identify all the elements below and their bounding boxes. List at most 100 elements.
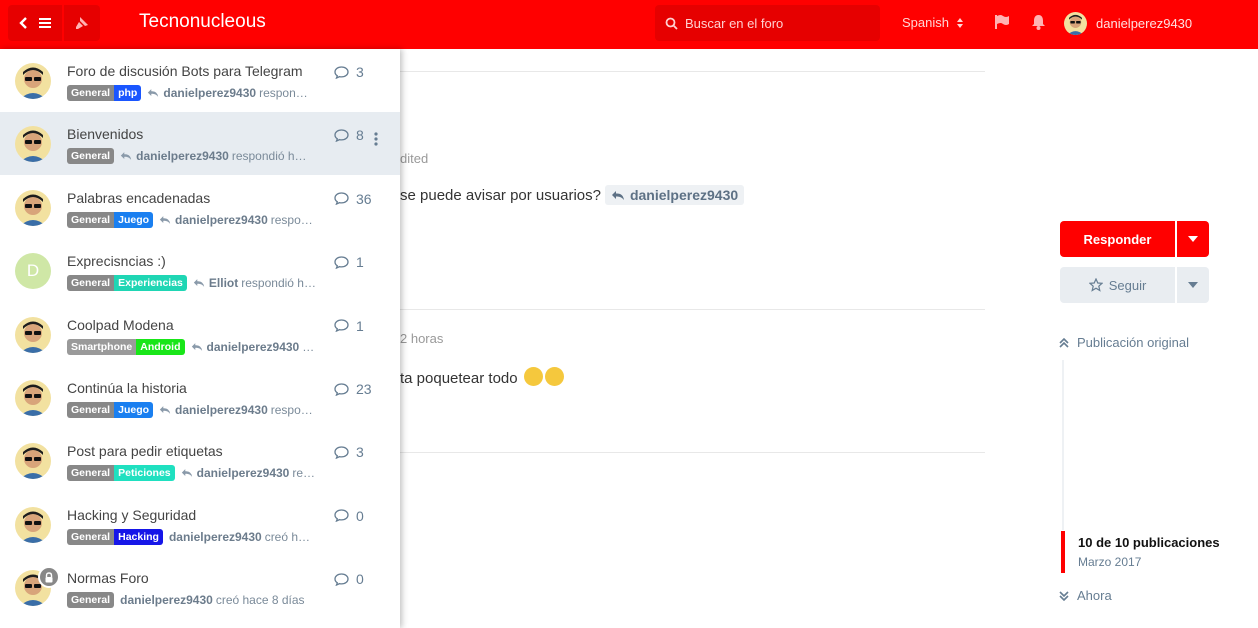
- last-user: danielperez9430: [120, 593, 213, 608]
- discussion-list-item[interactable]: Continúa la historia General Juego danielpe…: [0, 366, 400, 429]
- search-icon: [665, 17, 678, 30]
- reply-count: 23: [334, 381, 372, 397]
- reply-count: 1: [334, 254, 364, 270]
- follow-dropdown-button[interactable]: [1177, 267, 1209, 303]
- kebab-icon[interactable]: [374, 132, 378, 151]
- menu-icon: [39, 18, 51, 28]
- discussion-meta: General danielperez9430 creó hace 8 días: [67, 592, 322, 609]
- reply-dropdown-button[interactable]: [1177, 221, 1209, 257]
- discussion-list-item[interactable]: D Exprecisncias :) General Experiencias Elli…: [0, 239, 400, 302]
- discussion-title: Normas Foro: [67, 570, 149, 587]
- tag-badge[interactable]: Juego: [114, 211, 154, 228]
- mention-user: danielperez9430: [629, 187, 739, 203]
- reply-count: 3: [334, 444, 364, 460]
- tag-badge[interactable]: General: [67, 211, 115, 228]
- last-action: …: [302, 339, 315, 354]
- tag-badge[interactable]: General: [67, 275, 115, 292]
- avatar: [15, 126, 51, 163]
- tag-badge[interactable]: General: [67, 465, 115, 482]
- follow-button[interactable]: Seguir: [1060, 267, 1175, 303]
- now-label: Ahora: [1077, 588, 1112, 603]
- tag-badge[interactable]: General: [67, 528, 115, 545]
- reply-icon: [181, 468, 193, 478]
- discussion-list-item[interactable]: Palabras encadenadas General Juego danielpe…: [0, 176, 400, 239]
- reply-icon: [159, 405, 171, 415]
- discussion-list-item[interactable]: Foro de discusión Bots para Telegram Gene…: [0, 49, 400, 112]
- reply-count-value: 36: [356, 190, 372, 207]
- scrubber-original-post[interactable]: Publicación original: [1059, 335, 1189, 350]
- divider: [400, 71, 985, 72]
- discussion-list-item[interactable]: Coolpad Modena Smartphone Android danielper…: [0, 303, 400, 366]
- avatar: [15, 316, 51, 353]
- search-placeholder: Buscar en el foro: [685, 15, 784, 31]
- scrubber-date: Marzo 2017: [1078, 555, 1142, 569]
- last-action: creó h…: [264, 529, 311, 544]
- divider: [400, 309, 985, 310]
- post-text: se puede avisar por usuarios?: [400, 186, 601, 204]
- tag-badge[interactable]: Android: [136, 338, 185, 355]
- discussion-meta: General Peticiones danielperez9430 re…: [67, 465, 322, 482]
- post-text: ta poquetear todo: [400, 370, 518, 387]
- last-action: respo…: [270, 212, 313, 227]
- comment-icon: [334, 192, 349, 206]
- follow-label: Seguir: [1108, 277, 1147, 293]
- tag-badge[interactable]: General: [67, 148, 115, 165]
- user-menu[interactable]: danielperez9430: [1064, 12, 1192, 35]
- comment-icon: [334, 382, 349, 396]
- scrubber-handle[interactable]: [1061, 531, 1065, 573]
- search-input[interactable]: Buscar en el foro: [655, 5, 880, 41]
- reply-count-value: 1: [356, 317, 364, 334]
- avatar: [15, 443, 51, 480]
- header: Tecnonucleous Buscar en el foro Spanish …: [0, 0, 1258, 49]
- reply-count-value: 3: [356, 444, 364, 461]
- reply-button[interactable]: Responder: [1060, 221, 1175, 257]
- tag-badge[interactable]: General: [67, 402, 115, 418]
- discussion-list-item[interactable]: Bienvenidos General danielperez9430 respond…: [0, 112, 400, 176]
- tag-badge[interactable]: php: [114, 85, 142, 101]
- double-chevron-down-icon: [1059, 590, 1069, 601]
- avatar: [1064, 12, 1087, 35]
- avatar: D: [15, 253, 51, 290]
- avatar: [15, 189, 51, 226]
- discussion-list-item[interactable]: Hacking y Seguridad General Hacking danielp…: [0, 493, 400, 556]
- flag-icon[interactable]: [994, 14, 1010, 30]
- language-selector[interactable]: Spanish: [902, 15, 964, 30]
- back-button[interactable]: [8, 5, 62, 41]
- reply-count: 0: [334, 571, 364, 587]
- discussion-title: Palabras encadenadas: [67, 189, 211, 206]
- comment-icon: [334, 446, 349, 459]
- last-user: danielperez9430: [136, 149, 229, 164]
- bell-icon[interactable]: [1031, 14, 1046, 30]
- post-time: 2 horas: [400, 331, 444, 346]
- discussion-meta: Smartphone Android danielperez9430…: [67, 338, 322, 355]
- discussion-title: Exprecisncias :): [67, 253, 166, 270]
- comment-icon: [334, 256, 349, 269]
- tag-badge[interactable]: Smartphone: [67, 338, 137, 355]
- last-action: respondió h…: [241, 276, 316, 291]
- mention-link[interactable]: danielperez9430: [604, 185, 745, 205]
- discussion-title: Hacking y Seguridad: [67, 506, 197, 523]
- tag-badge[interactable]: Experiencias: [114, 275, 187, 292]
- last-action: re…: [292, 466, 316, 481]
- post-body: se puede avisar por usuarios? danielpere…: [400, 185, 745, 205]
- scrubber-now[interactable]: Ahora: [1059, 588, 1112, 603]
- reply-icon: [120, 151, 132, 161]
- comment-icon: [334, 573, 349, 586]
- tag-badge[interactable]: Hacking: [114, 528, 163, 545]
- comment-icon: [334, 65, 349, 79]
- tag-badge[interactable]: General: [67, 85, 115, 101]
- tag-badge[interactable]: Juego: [114, 402, 154, 418]
- scrubber-track[interactable]: [1062, 360, 1064, 530]
- discussion-meta: General php danielperez9430 respon…: [67, 85, 322, 101]
- tag-badge[interactable]: Peticiones: [114, 465, 175, 482]
- tag-badge[interactable]: General: [67, 592, 115, 609]
- brand-title[interactable]: Tecnonucleous: [139, 11, 266, 33]
- reply-count-value: 0: [356, 507, 364, 524]
- reply-count: 1: [334, 318, 364, 334]
- pin-button[interactable]: [64, 5, 100, 41]
- discussion-list-item[interactable]: Normas Foro General danielperez9430 creó ha…: [0, 556, 400, 619]
- reply-count: 8: [334, 127, 364, 143]
- reply-icon: [147, 88, 159, 98]
- discussion-title: Continúa la historia: [67, 380, 187, 396]
- discussion-list-item[interactable]: Post para pedir etiquetas General Peticion…: [0, 429, 400, 492]
